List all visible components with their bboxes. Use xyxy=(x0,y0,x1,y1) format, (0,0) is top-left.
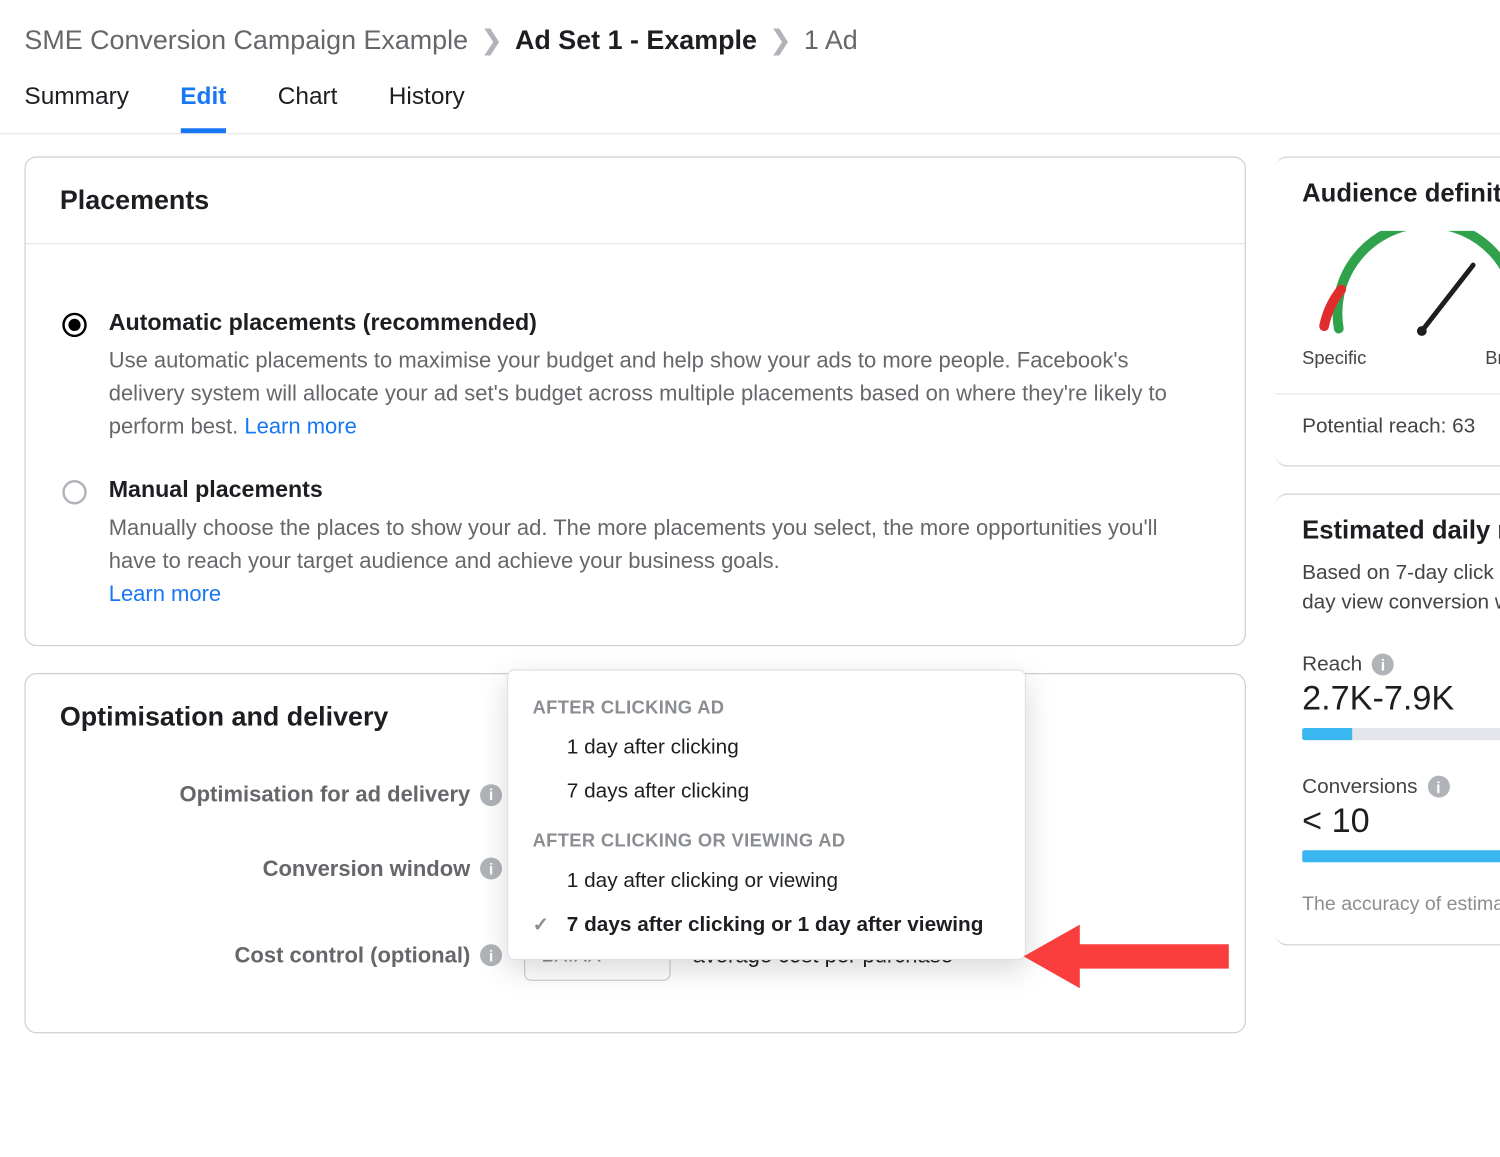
conversion-window-popover: AFTER CLICKING AD 1 day after clicking 7… xyxy=(507,669,1026,960)
info-icon[interactable]: i xyxy=(480,944,502,966)
radio-manual-placements[interactable] xyxy=(62,480,86,504)
estimate-note: The accuracy of estimates is based on pa… xyxy=(1302,892,1500,919)
placements-card: Placements Automatic placements (recomme… xyxy=(24,156,1246,646)
audience-gauge xyxy=(1302,231,1500,341)
estimated-daily-sub: Based on 7-day click and 1-day view conv… xyxy=(1302,558,1500,616)
info-icon[interactable]: i xyxy=(1372,654,1394,676)
placements-title: Placements xyxy=(26,158,1245,245)
conversion-window-label: Conversion window i xyxy=(62,856,502,882)
option-1-day-click[interactable]: 1 day after clicking xyxy=(508,726,1025,770)
radio-automatic-placements[interactable] xyxy=(62,313,86,337)
tab-summary[interactable]: Summary xyxy=(24,83,129,133)
popover-group-click: AFTER CLICKING AD xyxy=(508,680,1025,725)
auto-placements-title: Automatic placements (recommended) xyxy=(109,310,1208,337)
learn-more-link[interactable]: Learn more xyxy=(109,581,221,605)
option-7-day-click[interactable]: 7 days after clicking xyxy=(508,770,1025,814)
reach-bar xyxy=(1302,728,1500,740)
option-7-day-click-1-day-view[interactable]: ✓ 7 days after clicking or 1 day after v… xyxy=(508,903,1025,947)
conversions-value: < 10 xyxy=(1302,802,1500,841)
info-icon[interactable]: i xyxy=(480,784,502,806)
reach-label: Reach xyxy=(1302,653,1362,677)
tab-chart[interactable]: Chart xyxy=(278,83,338,133)
manual-placements-title: Manual placements xyxy=(109,478,1208,505)
learn-more-link[interactable]: Learn more xyxy=(244,414,356,438)
breadcrumb-adset[interactable]: Ad Set 1 - Example xyxy=(515,24,757,56)
option-1-day-click-view[interactable]: 1 day after clicking or viewing xyxy=(508,859,1025,903)
breadcrumb-campaign[interactable]: SME Conversion Campaign Example xyxy=(24,24,468,56)
breadcrumb-ad[interactable]: 1 Ad xyxy=(804,24,858,56)
conversions-bar xyxy=(1302,851,1500,863)
estimated-daily-card: Estimated daily results Based on 7-day c… xyxy=(1275,493,1500,945)
popover-group-click-view: AFTER CLICKING OR VIEWING AD xyxy=(508,814,1025,859)
audience-definition-title: Audience definition xyxy=(1302,180,1500,209)
info-icon[interactable]: i xyxy=(1427,776,1449,798)
check-icon: ✓ xyxy=(533,912,549,936)
opt-delivery-label: Optimisation for ad delivery i xyxy=(62,782,502,808)
breadcrumb: SME Conversion Campaign Example ❯ Ad Set… xyxy=(0,0,1500,61)
tab-history[interactable]: History xyxy=(389,83,465,133)
gauge-specific-label: Specific xyxy=(1302,348,1366,369)
estimated-daily-title: Estimated daily results xyxy=(1302,516,1500,545)
chevron-right-icon: ❯ xyxy=(769,24,792,56)
highlight-arrow-icon xyxy=(1024,920,1232,993)
audience-definition-card: Audience definition xyxy=(1275,156,1500,466)
tab-edit[interactable]: Edit xyxy=(180,83,226,133)
chevron-right-icon: ❯ xyxy=(480,24,503,56)
auto-placements-desc: Use automatic placements to maximise you… xyxy=(109,344,1208,443)
cost-control-label: Cost control (optional) i xyxy=(62,942,502,968)
manual-placements-desc: Manually choose the places to show your … xyxy=(109,512,1208,611)
potential-reach: Potential reach: 63 xyxy=(1302,412,1500,441)
reach-value: 2.7K-7.9K xyxy=(1302,680,1500,719)
tab-bar: Summary Edit Chart History xyxy=(0,61,1500,134)
gauge-broad-label: Broad xyxy=(1485,348,1500,369)
info-icon[interactable]: i xyxy=(480,857,502,879)
conversions-label: Conversions xyxy=(1302,775,1417,799)
